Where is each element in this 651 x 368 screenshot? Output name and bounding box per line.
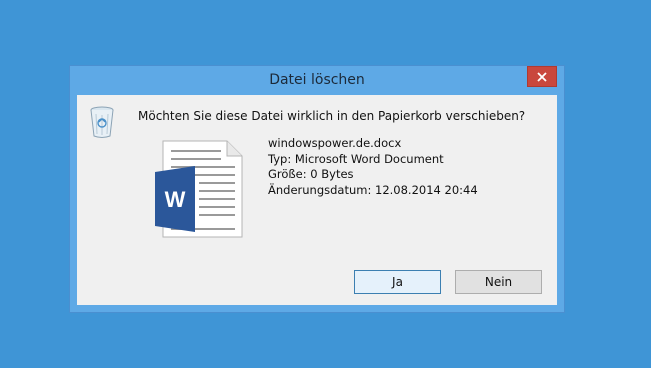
no-button[interactable]: Nein — [455, 270, 542, 294]
delete-file-dialog: Datei löschen Möchten Sie diese Datei wi… — [69, 65, 565, 313]
word-document-icon: W — [155, 140, 243, 238]
close-icon — [537, 72, 547, 82]
file-type: Typ: Microsoft Word Document — [268, 151, 444, 166]
file-info: windowspower.de.docx Typ: Microsoft Word… — [268, 136, 478, 198]
dialog-content: Möchten Sie diese Datei wirklich in den … — [77, 95, 557, 305]
close-button[interactable] — [527, 66, 557, 87]
file-size: Größe: 0 Bytes — [268, 167, 354, 181]
recycle-bin-icon — [90, 106, 114, 138]
file-name: windowspower.de.docx — [268, 136, 402, 150]
dialog-title: Datei löschen — [269, 72, 365, 88]
word-logo-letter: W — [165, 187, 186, 212]
titlebar[interactable]: Datei löschen — [70, 66, 564, 96]
file-modified: Änderungsdatum: 12.08.2014 20:44 — [268, 182, 478, 197]
yes-button[interactable]: Ja — [354, 270, 441, 294]
confirm-question: Möchten Sie diese Datei wirklich in den … — [138, 109, 526, 123]
